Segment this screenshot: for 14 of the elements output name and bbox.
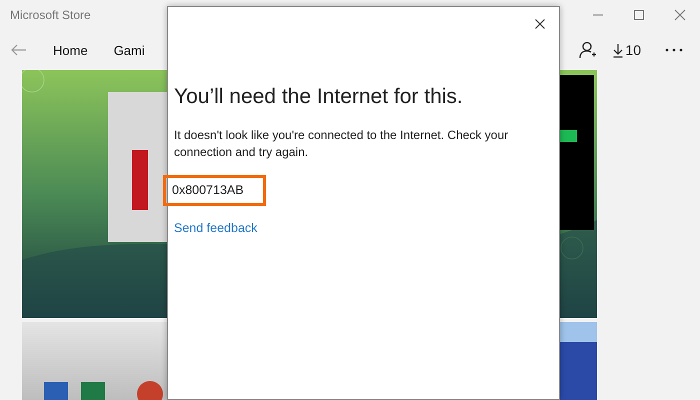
downloads-button[interactable]: 10 — [613, 42, 641, 58]
download-icon — [613, 42, 624, 58]
more-icon[interactable] — [665, 48, 683, 52]
add-account-icon[interactable] — [579, 41, 598, 59]
nav-tab[interactable]: Gami — [114, 42, 145, 58]
dialog-message: It doesn't look like you're connected to the Internet. Check your connection and try again. — [174, 127, 510, 161]
dialog-title: You’ll need the Internet for this. — [174, 85, 464, 109]
error-code: 0x800713AB — [163, 175, 266, 206]
maximize-icon[interactable] — [633, 9, 645, 21]
back-arrow-icon[interactable] — [11, 44, 27, 56]
close-icon[interactable] — [535, 19, 545, 29]
nav-tab[interactable]: Home — [53, 42, 88, 58]
window-title: Microsoft Store — [10, 8, 91, 22]
send-feedback-link[interactable]: Send feedback — [174, 221, 258, 235]
